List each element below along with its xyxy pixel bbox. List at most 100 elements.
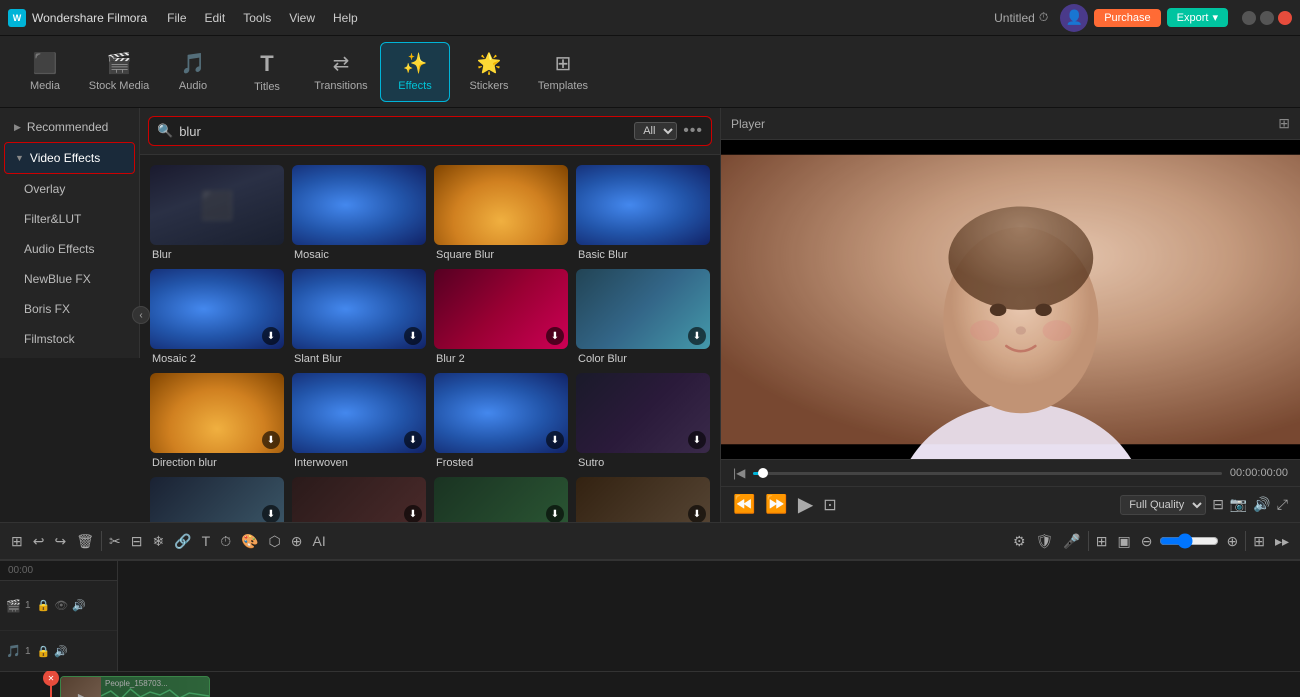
menu-tools[interactable]: Tools [235, 9, 279, 27]
tab-transitions[interactable]: ⇄ Transitions [306, 42, 376, 102]
player-settings-icon[interactable]: ⊞ [1278, 115, 1290, 132]
sidebar-item-overlay[interactable]: Overlay [4, 174, 135, 204]
menu-view[interactable]: View [281, 9, 323, 27]
effect-card-square-blur[interactable]: Square Blur [434, 165, 568, 261]
pip-button[interactable]: ⊟ [1212, 496, 1224, 513]
effect-thumbnail [292, 165, 426, 245]
freeze-button[interactable]: ❄ [149, 530, 167, 553]
grid-button[interactable]: ⊞ [1250, 530, 1268, 553]
volume-icon-audio[interactable]: 🔊 [54, 645, 68, 658]
effect-card-color-blur[interactable]: ⬇ Color Blur [576, 269, 710, 365]
crop-button[interactable]: ⊟ [128, 530, 146, 553]
color-button[interactable]: 🎨 [238, 530, 261, 553]
playhead-handle[interactable] [758, 468, 768, 478]
effect-card-more3[interactable]: ⬇ [434, 477, 568, 522]
audio-track-icon: 🎵 [6, 644, 21, 658]
video-clip[interactable]: ▶ People_158703... [60, 676, 210, 697]
effect-card-mosaic2[interactable]: ⬇ Mosaic 2 [150, 269, 284, 365]
lock-icon[interactable]: 🔒 [37, 599, 51, 612]
sidebar-item-recommended[interactable]: ▶ Recommended [4, 112, 135, 142]
cut-button[interactable]: ✂ [106, 530, 124, 553]
tab-media[interactable]: ⬛ Media [10, 42, 80, 102]
rewind-button[interactable]: ⏪ [733, 494, 755, 515]
export-button[interactable]: Export ▾ [1167, 8, 1228, 27]
menu-edit[interactable]: Edit [197, 9, 234, 27]
sidebar-item-video-effects[interactable]: ▼ Video Effects [4, 142, 135, 174]
settings-button[interactable]: ⚙ [1010, 530, 1029, 553]
minimize-button[interactable] [1242, 11, 1256, 25]
user-avatar[interactable]: 👤 [1060, 4, 1088, 32]
zoom-slider[interactable] [1159, 533, 1219, 549]
sidebar-item-newblue[interactable]: NewBlue FX [4, 264, 135, 294]
search-input[interactable] [179, 124, 628, 139]
effect-card-blur2[interactable]: ⬇ Blur 2 [434, 269, 568, 365]
mic-button[interactable]: 🎤 [1060, 530, 1083, 553]
fullscreen-button[interactable]: ⊡ [823, 495, 836, 515]
effect-card-mosaic[interactable]: Mosaic [292, 165, 426, 261]
sidebar-item-filterlut[interactable]: Filter&LUT [4, 204, 135, 234]
mask-button[interactable]: ⬡ [266, 530, 284, 553]
purchase-button[interactable]: Purchase [1094, 9, 1160, 27]
effect-card-frosted[interactable]: ⬇ Frosted [434, 373, 568, 469]
lock-icon-audio[interactable]: 🔒 [37, 645, 51, 658]
tab-effects[interactable]: ✨ Effects [380, 42, 450, 102]
screenshot-button[interactable]: 📷 [1230, 496, 1247, 513]
more-button[interactable]: ▸▸ [1272, 530, 1292, 553]
tab-stock-media[interactable]: 🎬 Stock Media [84, 42, 154, 102]
maximize-button[interactable] [1260, 11, 1274, 25]
quality-select[interactable]: Full Quality [1120, 495, 1206, 515]
redo-button[interactable]: ↪ [51, 530, 69, 553]
effect-card-interwoven[interactable]: ⬇ Interwoven [292, 373, 426, 469]
media-icon: ⬛ [33, 51, 58, 76]
video-track: ▶ People_158703... [0, 672, 1300, 697]
arrow-icon: ▼ [15, 153, 24, 163]
undo-button[interactable]: ↩ [30, 530, 48, 553]
project-name: Untitled ⏱ [994, 10, 1048, 25]
merge-button[interactable]: ▣ [1115, 530, 1134, 553]
filter-dropdown[interactable]: All [634, 122, 677, 140]
sidebar-collapse-button[interactable]: ‹ [132, 306, 150, 324]
effect-card-sutro[interactable]: ⬇ Sutro [576, 373, 710, 469]
add-track-button[interactable]: ⊞ [8, 530, 26, 553]
eye-icon[interactable]: 👁 [54, 599, 68, 612]
download-badge: ⬇ [546, 505, 564, 522]
close-button[interactable] [1278, 11, 1292, 25]
progress-bar[interactable] [753, 472, 1222, 475]
sidebar-item-boris[interactable]: Boris FX [4, 294, 135, 324]
effect-card-slant-blur[interactable]: ⬇ Slant Blur [292, 269, 426, 365]
effect-card-more4[interactable]: ⬇ [576, 477, 710, 522]
zoom-in-button[interactable]: ⊕ [1223, 530, 1241, 553]
sidebar-item-audio-effects[interactable]: Audio Effects [4, 234, 135, 264]
tab-templates[interactable]: ⊞ Templates [528, 42, 598, 102]
settings-button[interactable]: ⤢ [1277, 496, 1288, 513]
menu-file[interactable]: File [159, 9, 194, 27]
tab-titles[interactable]: T Titles [232, 42, 302, 102]
effect-card-blur[interactable]: ⬛ Blur [150, 165, 284, 261]
delete-button[interactable]: 🗑 [73, 530, 97, 553]
link-button[interactable]: 🔗 [171, 530, 194, 553]
video-frame [721, 140, 1300, 459]
split-button[interactable]: ⊞ [1093, 530, 1111, 553]
text-button[interactable]: T [199, 530, 214, 552]
speed-button[interactable]: ⏱ [217, 530, 234, 553]
tab-audio[interactable]: 🎵 Audio [158, 42, 228, 102]
sidebar-item-filmstock[interactable]: Filmstock [4, 324, 135, 354]
more-options-button[interactable]: ••• [683, 122, 703, 140]
player-progress-bar[interactable]: |◀ 00:00:00:00 [721, 459, 1300, 486]
tab-stickers[interactable]: 🌟 Stickers [454, 42, 524, 102]
volume-button[interactable]: 🔊 [1253, 496, 1270, 513]
effect-card-direction-blur[interactable]: ⬇ Direction blur [150, 373, 284, 469]
shield-button[interactable]: 🛡 [1033, 530, 1057, 553]
adjust-button[interactable]: ⊕ [288, 530, 306, 553]
effect-name: Blur [150, 249, 284, 261]
effect-card-more1[interactable]: ⬇ [150, 477, 284, 522]
zoom-out-button[interactable]: ⊖ [1138, 530, 1156, 553]
menu-help[interactable]: Help [325, 9, 366, 27]
effect-card-more2[interactable]: ⬇ [292, 477, 426, 522]
step-forward-button[interactable]: ⏩ [765, 494, 787, 515]
ai-button[interactable]: AI [310, 530, 329, 552]
effect-card-basic-blur[interactable]: Basic Blur [576, 165, 710, 261]
clip-thumbnail: ▶ [61, 677, 101, 697]
volume-icon[interactable]: 🔊 [72, 599, 86, 612]
play-button[interactable]: ▶ [798, 492, 813, 517]
